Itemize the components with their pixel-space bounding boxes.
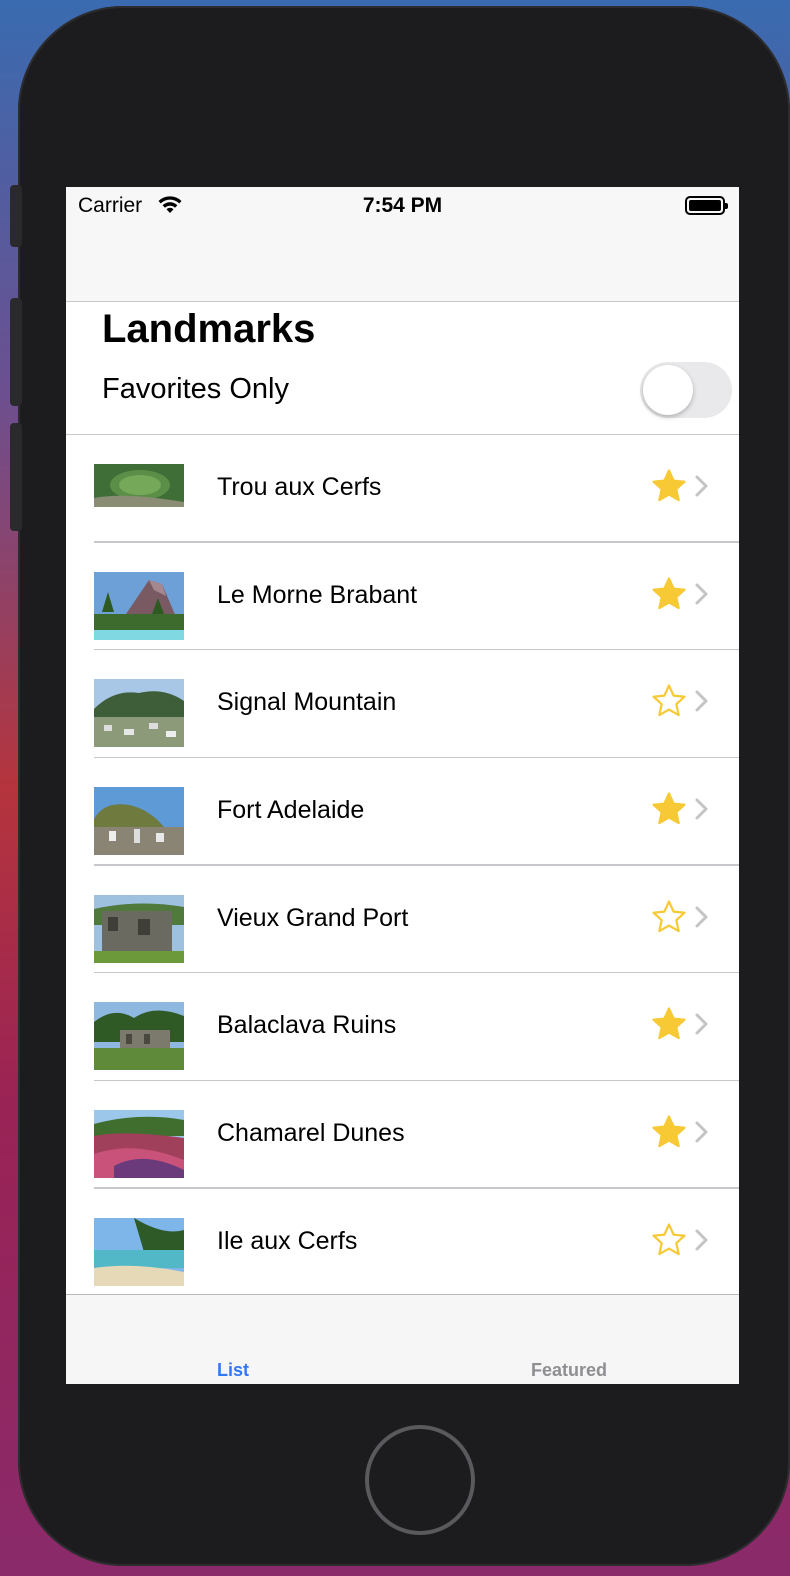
battery-icon: [685, 196, 728, 215]
landmark-name: Chamarel Dunes: [217, 1119, 405, 1148]
tab-featured[interactable]: Featured: [531, 1360, 607, 1381]
list-item[interactable]: Chamarel Dunes: [66, 1081, 739, 1189]
favorites-toggle-label: Favorites Only: [102, 373, 289, 405]
landmark-name: Vieux Grand Port: [217, 903, 409, 932]
status-bar: Carrier 7:54 PM: [66, 187, 739, 223]
page-title: Landmarks: [102, 307, 316, 351]
landmark-name: Trou aux Cerfs: [217, 473, 382, 501]
star-outline-icon: [652, 684, 686, 717]
landmark-name: Ile aux Cerfs: [217, 1226, 358, 1255]
chevron-right-icon: [695, 798, 708, 820]
landmark-name: Le Morne Brabant: [217, 580, 418, 609]
landmark-name: Balaclava Ruins: [217, 1011, 397, 1040]
landmark-thumbnail: [94, 1002, 184, 1071]
volume-up-button: [10, 298, 22, 406]
chevron-right-icon: [695, 475, 708, 497]
tab-list[interactable]: List: [217, 1360, 249, 1381]
chevron-right-icon: [695, 583, 708, 605]
landmark-thumbnail: [94, 679, 184, 748]
list-item[interactable]: Vieux Grand Port: [66, 866, 739, 974]
clock: 7:54 PM: [362, 194, 443, 217]
chevron-right-icon: [695, 1121, 708, 1143]
app-screen: Carrier 7:54 PM Landmarks Favorites Only: [66, 187, 739, 1384]
chevron-right-icon: [695, 1013, 708, 1035]
navigation-bar: [66, 223, 739, 302]
landmark-name: Fort Adelaide: [217, 796, 365, 825]
landmark-name: Signal Mountain: [217, 688, 397, 717]
list-item[interactable]: Le Morne Brabant: [66, 543, 739, 651]
toggle-knob: [643, 365, 693, 415]
landmark-thumbnail: [94, 894, 184, 963]
star-filled-icon: [652, 577, 686, 609]
home-button[interactable]: [365, 1425, 475, 1535]
list-item[interactable]: Trou aux Cerfs: [66, 435, 739, 543]
star-outline-icon: [652, 900, 686, 932]
star-outline-icon: [652, 1223, 686, 1256]
star-filled-icon: [652, 1007, 686, 1040]
volume-down-button: [10, 423, 22, 531]
tab-bar: List Featured: [66, 1294, 739, 1384]
list-item[interactable]: Ile aux Cerfs: [66, 1189, 739, 1297]
list-item[interactable]: Signal Mountain: [66, 650, 739, 758]
list-header: Landmarks Favorites Only: [66, 302, 739, 435]
landmark-thumbnail: [94, 571, 184, 640]
favorites-only-toggle[interactable]: [640, 362, 732, 418]
star-filled-icon: [652, 1115, 686, 1148]
star-filled-icon: [652, 792, 686, 825]
star-filled-icon: [652, 469, 686, 502]
landmark-thumbnail: [94, 787, 184, 856]
mute-switch: [10, 185, 22, 247]
landmark-thumbnail: [94, 1110, 184, 1179]
chevron-right-icon: [695, 1229, 708, 1251]
landmark-thumbnail: [94, 1217, 184, 1286]
chevron-right-icon: [695, 906, 708, 928]
list-item[interactable]: Fort Adelaide: [66, 758, 739, 866]
chevron-right-icon: [695, 690, 708, 712]
landmark-thumbnail: [94, 464, 184, 532]
landmark-list: Trou aux Cerfs Le Morne Brabant Signal M…: [66, 435, 739, 1297]
list-item[interactable]: Balaclava Ruins: [66, 973, 739, 1081]
